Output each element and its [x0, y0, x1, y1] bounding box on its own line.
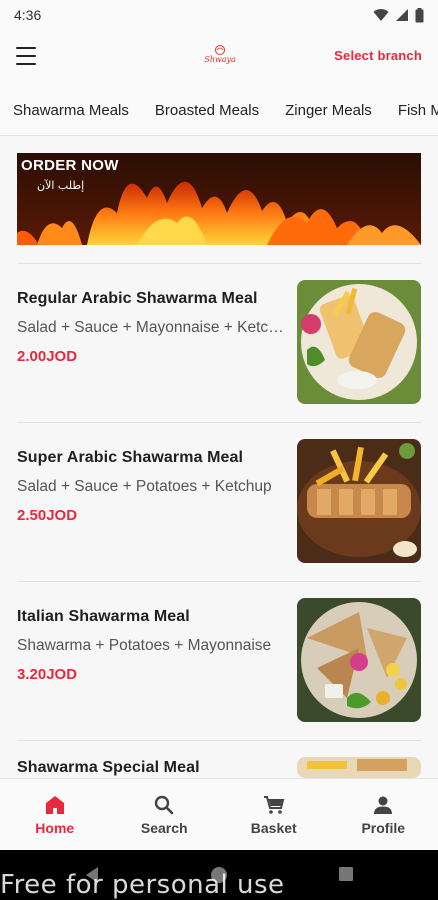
status-time: 4:36	[14, 7, 42, 23]
watermark: Free for personal use	[0, 870, 285, 900]
tab-fish-meals[interactable]: Fish Meals	[385, 84, 438, 135]
meal-item[interactable]: Italian Shawarma Meal Shawarma + Potatoe…	[0, 598, 438, 732]
app-bar: Shwaya ······· Select branch	[0, 30, 438, 84]
banner-title: ORDER NOW	[21, 157, 119, 174]
status-icons	[373, 7, 424, 23]
logo-subline: ·······	[215, 65, 225, 71]
nav-profile[interactable]: Profile	[329, 779, 438, 850]
divider	[17, 740, 421, 741]
meal-name: Shawarma Special Meal	[17, 759, 200, 776]
tab-broasted-meals[interactable]: Broasted Meals	[142, 84, 272, 135]
logo-mark-icon	[215, 44, 225, 55]
meal-price: 3.20JOD	[17, 666, 78, 683]
nav-search[interactable]: Search	[110, 779, 220, 850]
system-navigation-bar: Free for personal use	[0, 850, 438, 900]
meal-item[interactable]: Shawarma Special Meal	[0, 757, 438, 778]
meal-name: Regular Arabic Shawarma Meal	[17, 290, 258, 307]
meal-description: Salad + Sauce + Potatoes + Ketchup	[17, 478, 272, 495]
meal-name: Super Arabic Shawarma Meal	[17, 449, 244, 466]
nav-basket[interactable]: Basket	[219, 779, 329, 850]
meal-image	[297, 280, 421, 404]
signal-icon	[396, 9, 408, 21]
recents-icon[interactable]	[338, 866, 354, 882]
home-icon	[45, 796, 64, 814]
nav-profile-label: Profile	[361, 820, 406, 836]
meal-price: 2.00JOD	[17, 348, 78, 365]
divider	[17, 263, 421, 264]
nav-basket-label: Basket	[250, 820, 297, 836]
nav-home[interactable]: Home	[0, 779, 110, 850]
select-branch-button[interactable]: Select branch	[334, 48, 422, 63]
status-bar: 4:36	[0, 0, 438, 30]
meal-image	[297, 598, 421, 722]
tab-shawarma-meals[interactable]: Shawarma Meals	[0, 84, 142, 135]
meal-description: Shawarma + Potatoes + Mayonnaise	[17, 637, 272, 654]
promo-banner[interactable]: ORDER NOW إطلب الآن	[17, 153, 421, 245]
brand-logo: Shwaya ·······	[196, 39, 244, 75]
nav-home-label: Home	[35, 820, 75, 836]
menu-icon[interactable]	[16, 47, 36, 65]
divider	[17, 581, 421, 582]
nav-search-label: Search	[140, 820, 188, 836]
bottom-navigation: Home Search Basket Profile	[0, 778, 438, 850]
wifi-icon	[373, 9, 389, 21]
logo-text: Shwaya	[204, 54, 236, 64]
banner-subtitle: إطلب الآن	[37, 179, 85, 192]
meal-image	[297, 439, 421, 563]
meal-description: Salad + Sauce + Mayonnaise + Ketchup	[17, 319, 287, 336]
meal-image	[297, 757, 421, 778]
category-tabs: Shawarma Meals Broasted Meals Zinger Mea…	[0, 84, 438, 136]
meal-name: Italian Shawarma Meal	[17, 608, 190, 625]
profile-icon	[374, 796, 393, 814]
meal-item[interactable]: Regular Arabic Shawarma Meal Salad + Sau…	[0, 280, 438, 414]
tab-zinger-meals[interactable]: Zinger Meals	[272, 84, 385, 135]
meal-item[interactable]: Super Arabic Shawarma Meal Salad + Sauce…	[0, 439, 438, 573]
search-icon	[155, 795, 174, 815]
divider	[17, 422, 421, 423]
meal-price: 2.50JOD	[17, 507, 78, 524]
cart-icon	[263, 796, 285, 814]
battery-icon	[415, 7, 424, 22]
